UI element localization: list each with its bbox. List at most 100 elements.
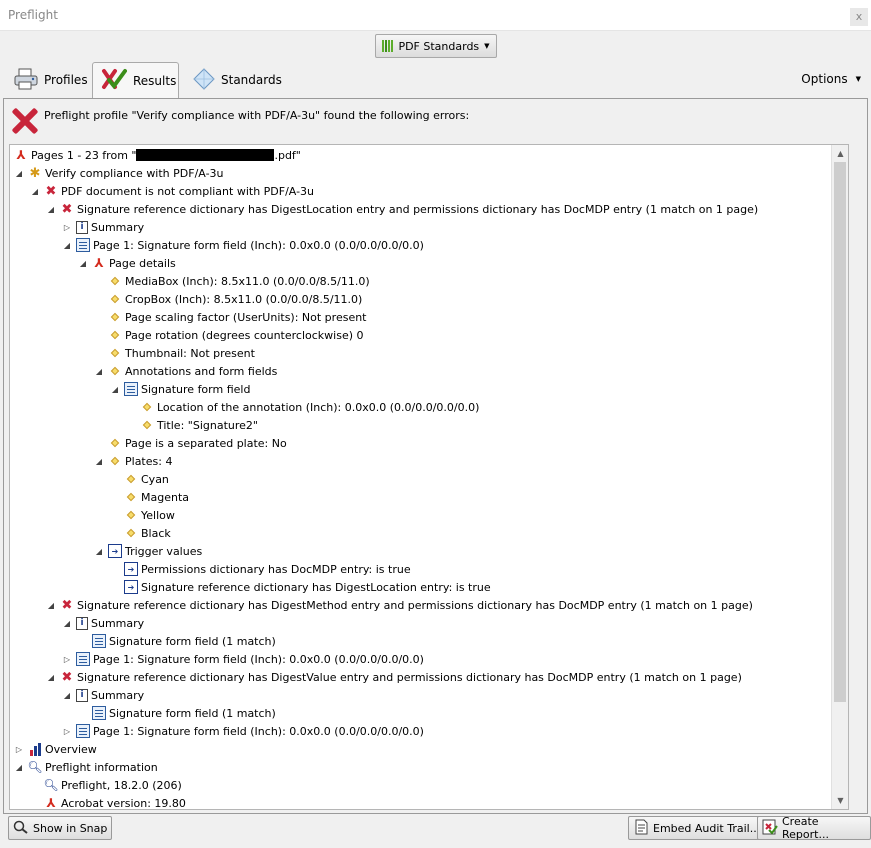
tree-row[interactable]: Signature form field (1 match)	[78, 704, 276, 722]
tree-row-label: Signature form field (1 match)	[109, 706, 276, 720]
tree-row[interactable]: ◢ ✖ PDF document is not compliant with PDF…	[30, 182, 314, 200]
collapse-arrow-icon[interactable]: ◢	[94, 362, 104, 380]
create-report-label: Create Report...	[782, 815, 829, 841]
audit-trail-icon	[633, 819, 649, 838]
tree-row[interactable]: Location of the annotation (Inch): 0.0x0…	[126, 398, 479, 416]
tree-row-label: Signature form field	[141, 382, 251, 396]
expand-arrow-icon[interactable]: ▷	[62, 218, 72, 236]
collapse-arrow-icon[interactable]: ◢	[62, 614, 72, 632]
tree-row[interactable]: Cyan	[110, 470, 169, 488]
form-field-icon	[92, 634, 106, 648]
snap-magnifier-icon	[13, 820, 29, 837]
expand-arrow-icon[interactable]: ▷	[14, 740, 24, 758]
property-diamond-icon	[110, 456, 120, 466]
tree-row[interactable]: ◢ Page 1: Signature form field (Inch): 0.…	[62, 236, 424, 254]
error-x-icon: ✖	[45, 183, 57, 199]
error-x-icon: ✖	[61, 201, 73, 217]
results-panel: Preflight profile "Verify compliance wit…	[3, 98, 868, 814]
tree-row[interactable]: ▷ i Summary	[62, 218, 144, 236]
trigger-icon: ➔	[108, 544, 122, 558]
tree-row[interactable]: 🔍︎ Preflight, 18.2.0 (206)	[30, 776, 182, 794]
tab-bar: Profiles Results Standards Options ▼	[0, 60, 871, 98]
tree-row[interactable]: ⅄ Pages 1 - 23 from " .pdf"	[14, 146, 301, 164]
collapse-arrow-icon[interactable]: ◢	[46, 596, 56, 614]
tree-row[interactable]: ▷ Page 1: Signature form field (Inch): 0.…	[62, 650, 424, 668]
close-icon[interactable]: x	[850, 8, 868, 26]
tab-profiles[interactable]: Profiles	[6, 62, 96, 98]
collapse-arrow-icon[interactable]: ◢	[94, 452, 104, 470]
collapse-arrow-icon[interactable]: ◢	[110, 380, 120, 398]
collapse-arrow-icon[interactable]: ◢	[62, 236, 72, 254]
pdf-icon: ⅄	[16, 148, 26, 162]
tree-row[interactable]: Signature form field (1 match)	[78, 632, 276, 650]
collapse-arrow-icon[interactable]: ◢	[46, 668, 56, 686]
embed-audit-trail-button[interactable]: Embed Audit Trail...	[628, 816, 766, 840]
tree-row-label: Page scaling factor (UserUnits): Not pre…	[125, 310, 367, 324]
tree-row-label: Summary	[91, 688, 145, 702]
scroll-down-icon[interactable]: ▼	[832, 792, 848, 809]
tree-row[interactable]: CropBox (Inch): 8.5x11.0 (0.0/0.0/8.5/11…	[94, 290, 362, 308]
collapse-arrow-icon[interactable]: ◢	[94, 542, 104, 560]
tree-row[interactable]: ◢ 🔍︎ Preflight information	[14, 758, 158, 776]
chart-icon	[28, 742, 42, 756]
tree-row[interactable]: ◢ ⅄ Page details	[78, 254, 176, 272]
results-tree[interactable]: ⅄ Pages 1 - 23 from " .pdf" ◢ ✱ Verify compli…	[9, 144, 849, 810]
pdf-standards-button[interactable]: PDF Standards ▼	[375, 34, 497, 58]
tree-row[interactable]: Title: "Signature2"	[126, 416, 258, 434]
collapse-arrow-icon[interactable]: ◢	[30, 182, 40, 200]
tab-standards[interactable]: Standards	[185, 62, 290, 98]
tree-row[interactable]: Yellow	[110, 506, 175, 524]
tree-row-label: Plates: 4	[125, 454, 173, 468]
options-menu[interactable]: Options ▼	[801, 72, 861, 86]
tree-row[interactable]: ◢ ✱ Verify compliance with PDF/A-3u	[14, 164, 224, 182]
tree-row[interactable]: ▷ Page 1: Signature form field (Inch): 0.…	[62, 722, 424, 740]
tree-row[interactable]: ◢ Signature form field	[110, 380, 250, 398]
form-field-icon	[76, 724, 90, 738]
redacted-filename	[136, 149, 275, 161]
magnifier-icon: 🔍︎	[43, 778, 59, 792]
tree-row[interactable]: ➔ Signature reference dictionary has Dige…	[110, 578, 491, 596]
tree-row[interactable]: ◢ Plates: 4	[94, 452, 173, 470]
tree-row-label-suffix: .pdf"	[274, 148, 301, 162]
collapse-arrow-icon[interactable]: ◢	[62, 686, 72, 704]
tree-row[interactable]: Page is a separated plate: No	[94, 434, 287, 452]
tree-row-label: Title: "Signature2"	[157, 418, 258, 432]
standards-bars-icon	[382, 40, 394, 52]
info-icon: i	[76, 220, 88, 234]
expand-arrow-icon[interactable]: ▷	[62, 650, 72, 668]
collapse-arrow-icon[interactable]: ◢	[46, 200, 56, 218]
tree-row[interactable]: Thumbnail: Not present	[94, 344, 255, 362]
tree-row[interactable]: MediaBox (Inch): 8.5x11.0 (0.0/0.0/8.5/1…	[94, 272, 370, 290]
show-in-snap-button[interactable]: Show in Snap	[8, 816, 113, 840]
tree-row[interactable]: Page scaling factor (UserUnits): Not pre…	[94, 308, 367, 326]
collapse-arrow-icon[interactable]: ◢	[14, 758, 24, 776]
tree-row[interactable]: ◢ Annotations and form fields	[94, 362, 277, 380]
scroll-thumb[interactable]	[834, 162, 846, 702]
tree-row-label: Overview	[45, 742, 97, 756]
tab-results[interactable]: Results	[92, 62, 179, 98]
tree-row[interactable]: ◢ i Summary	[62, 614, 144, 632]
tree-row[interactable]: ◢ ✖ Signature reference dictionary has Dig…	[46, 668, 742, 686]
scroll-up-icon[interactable]: ▲	[832, 145, 848, 162]
vertical-scrollbar[interactable]: ▲ ▼	[831, 145, 848, 809]
tree-row[interactable]: Page rotation (degrees counterclockwise)…	[94, 326, 364, 344]
tree-row[interactable]: ◢ ✖ Signature reference dictionary has Dig…	[46, 200, 758, 218]
chevron-down-icon: ▼	[484, 42, 490, 50]
tree-row[interactable]: ⅄ Acrobat version: 19.80	[30, 794, 185, 809]
tree-row[interactable]: ▷ Overview	[14, 740, 97, 758]
tree-row[interactable]: ◢ ✖ Signature reference dictionary has Dig…	[46, 596, 753, 614]
expand-arrow-icon[interactable]: ▷	[62, 722, 72, 740]
tree-row[interactable]: Black	[110, 524, 171, 542]
tree-row[interactable]: ◢ i Summary	[62, 686, 144, 704]
collapse-arrow-icon[interactable]: ◢	[14, 164, 24, 182]
create-report-button[interactable]: Create Report...	[757, 815, 871, 841]
collapse-arrow-icon[interactable]: ◢	[78, 254, 88, 272]
tab-standards-label: Standards	[221, 73, 282, 87]
tree-row[interactable]: ➔ Permissions dictionary has DocMDP entry…	[110, 560, 411, 578]
tree-row-label: Thumbnail: Not present	[125, 346, 255, 360]
tree-row[interactable]: ◢ ➔ Trigger values	[94, 542, 202, 560]
property-diamond-icon	[126, 528, 136, 538]
tree-row[interactable]: Magenta	[110, 488, 189, 506]
tree-row-label: Yellow	[141, 508, 175, 522]
tree-row-label: Preflight, 18.2.0 (206)	[61, 778, 182, 792]
